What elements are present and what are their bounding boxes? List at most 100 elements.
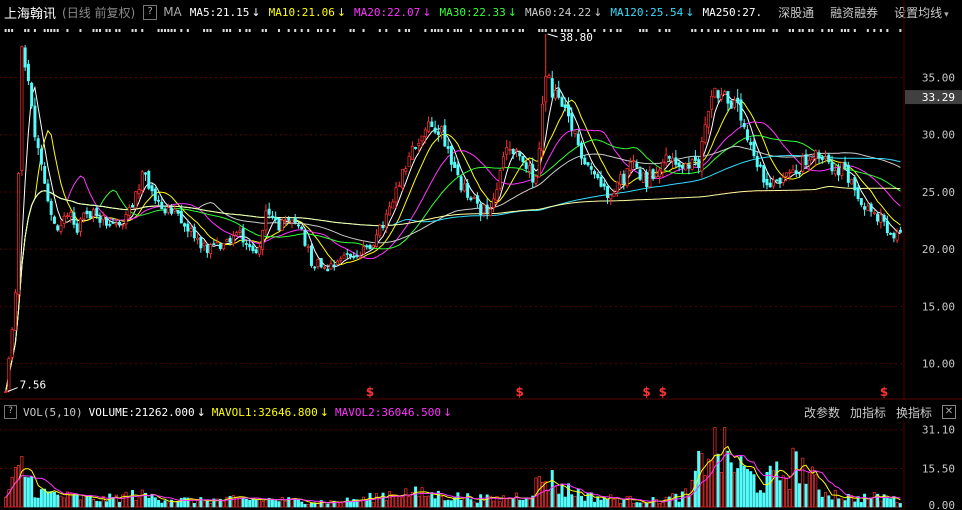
close-icon[interactable]: ✕ — [942, 405, 956, 419]
candle-body — [293, 217, 297, 224]
candle-body — [453, 161, 457, 169]
candle-body — [482, 204, 486, 214]
candle-body — [479, 203, 483, 215]
volume-bar — [791, 447, 795, 508]
event-strip-mark — [645, 29, 648, 32]
event-strip-mark — [4, 29, 7, 32]
volume-bar — [105, 501, 108, 508]
candle-body — [336, 260, 339, 265]
candle-body — [674, 157, 678, 165]
candle-body — [137, 189, 141, 195]
candle-body — [391, 201, 395, 209]
candle-body — [843, 161, 847, 168]
candle-body — [91, 209, 95, 217]
candle-body — [423, 129, 427, 137]
event-strip-mark — [79, 29, 82, 32]
volume-bar — [680, 491, 684, 508]
switch-indicator-button[interactable]: 换指标 — [896, 404, 932, 421]
candle-body — [576, 133, 580, 146]
volume-bar — [518, 499, 522, 508]
event-strip-mark — [512, 29, 515, 32]
candle-body — [791, 169, 795, 173]
candle-body — [404, 168, 408, 173]
volume-bar — [609, 494, 613, 508]
candle-body — [492, 198, 496, 209]
volume-bar — [157, 500, 161, 508]
volume-bar — [26, 477, 30, 508]
volume-bar — [43, 488, 47, 508]
candle-body — [251, 245, 255, 251]
event-strip-mark — [570, 29, 573, 32]
candle-body — [433, 127, 437, 133]
candle-body — [173, 208, 177, 212]
volume-bar — [163, 500, 167, 508]
event-strip-mark — [736, 29, 739, 32]
annotation-label: 7.56 — [20, 379, 47, 392]
candle-body — [202, 242, 206, 247]
volume-bar — [814, 474, 818, 508]
event-strip-mark — [707, 29, 710, 32]
event-strip-mark — [453, 29, 456, 32]
candle-body — [368, 245, 372, 250]
candle-body — [189, 228, 193, 232]
candle-body — [358, 255, 362, 258]
event-strip-mark — [489, 29, 492, 32]
volume-chart[interactable]: 31.10 15.50 0.00 — [0, 421, 962, 510]
event-marker-icon: $ — [516, 385, 524, 399]
price-chart[interactable]: 35.00 30.00 25.00 20.00 15.00 10.00 38.80 7.56 3… — [0, 0, 962, 400]
candle-body — [833, 170, 837, 175]
event-strip-mark — [248, 29, 251, 32]
candle-body — [508, 148, 512, 151]
volume-bar — [248, 499, 252, 508]
candle-body — [212, 243, 216, 246]
candle-body — [667, 156, 671, 159]
volume-bar — [645, 502, 649, 508]
y-tick-label: 15.00 — [922, 300, 955, 313]
candle-body — [498, 170, 502, 189]
volume-bar — [514, 492, 518, 508]
event-strip-mark — [730, 29, 733, 32]
candle-body — [72, 212, 76, 225]
candle-body — [88, 211, 92, 219]
volume-y-tick-label: 0.00 — [929, 499, 956, 510]
volume-bar — [274, 500, 278, 508]
candle-body — [856, 187, 860, 199]
volume-bar — [479, 494, 483, 508]
volume-bar — [684, 488, 688, 508]
volume-bar — [75, 494, 79, 508]
candle-body — [59, 225, 63, 232]
volume-bar — [758, 490, 762, 508]
event-strip-mark — [440, 29, 443, 32]
volume-help-icon[interactable]: ? — [4, 405, 17, 419]
event-strip-mark — [352, 29, 355, 32]
event-strip-mark — [801, 29, 804, 32]
volume-bar — [557, 493, 561, 508]
add-indicator-button[interactable]: 加指标 — [850, 404, 886, 421]
candle-body — [687, 164, 691, 169]
event-strip-mark — [115, 29, 118, 32]
volume-indicator-name[interactable]: VOL(5,10) — [23, 406, 83, 419]
candle-body — [153, 188, 157, 201]
volume-bar — [280, 497, 284, 508]
y-tick-label: 30.00 — [922, 129, 955, 142]
candle-body — [544, 76, 548, 103]
volume-bar — [755, 492, 759, 508]
volume-bar — [134, 500, 138, 508]
volume-bar — [183, 497, 187, 508]
candle-body — [811, 157, 815, 161]
volume-bar — [244, 498, 248, 508]
event-strip-mark — [50, 29, 53, 32]
event-strip-mark — [294, 29, 297, 32]
candle-body — [586, 162, 590, 166]
volume-bar — [745, 468, 749, 508]
edit-params-button[interactable]: 改参数 — [804, 404, 840, 421]
candle-body — [814, 150, 818, 159]
candle-body — [762, 165, 766, 183]
candle-body — [488, 208, 492, 216]
volume-bar — [898, 503, 902, 508]
candle-body — [654, 173, 658, 178]
candle-body — [859, 198, 863, 206]
volume-bar — [726, 450, 730, 508]
event-strip-mark — [229, 29, 232, 32]
event-strip-mark — [700, 29, 703, 32]
